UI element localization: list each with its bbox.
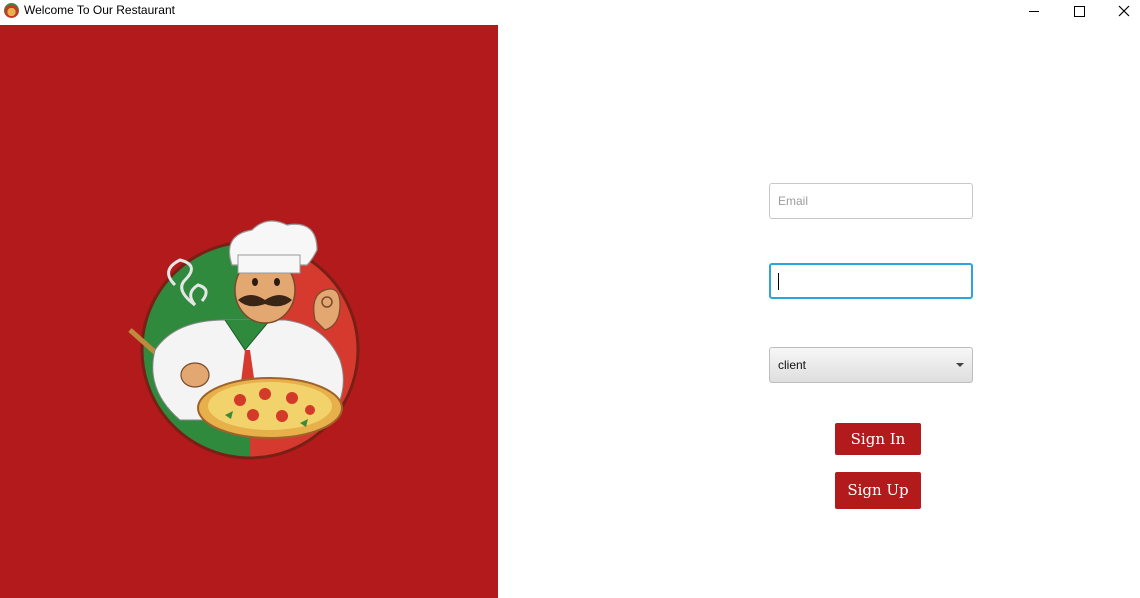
window-title: Welcome To Our Restaurant bbox=[24, 3, 175, 17]
sign-in-button[interactable]: Sign In bbox=[835, 423, 921, 455]
close-icon[interactable] bbox=[1101, 0, 1140, 22]
maximize-icon[interactable] bbox=[1056, 0, 1102, 22]
email-placeholder: Email bbox=[778, 194, 809, 208]
app-icon bbox=[4, 3, 19, 18]
role-selected-value: client bbox=[778, 358, 807, 372]
minimize-icon[interactable] bbox=[1011, 0, 1057, 22]
email-field[interactable]: Email bbox=[769, 183, 973, 219]
text-caret bbox=[778, 273, 779, 290]
sign-up-button[interactable]: Sign Up bbox=[835, 472, 921, 509]
chevron-down-icon bbox=[956, 363, 964, 367]
title-bar: Welcome To Our Restaurant bbox=[0, 0, 1140, 22]
password-field[interactable] bbox=[769, 263, 973, 299]
role-dropdown[interactable]: client bbox=[769, 347, 973, 383]
chef-pizza-logo bbox=[128, 220, 360, 460]
branding-panel bbox=[0, 25, 498, 598]
